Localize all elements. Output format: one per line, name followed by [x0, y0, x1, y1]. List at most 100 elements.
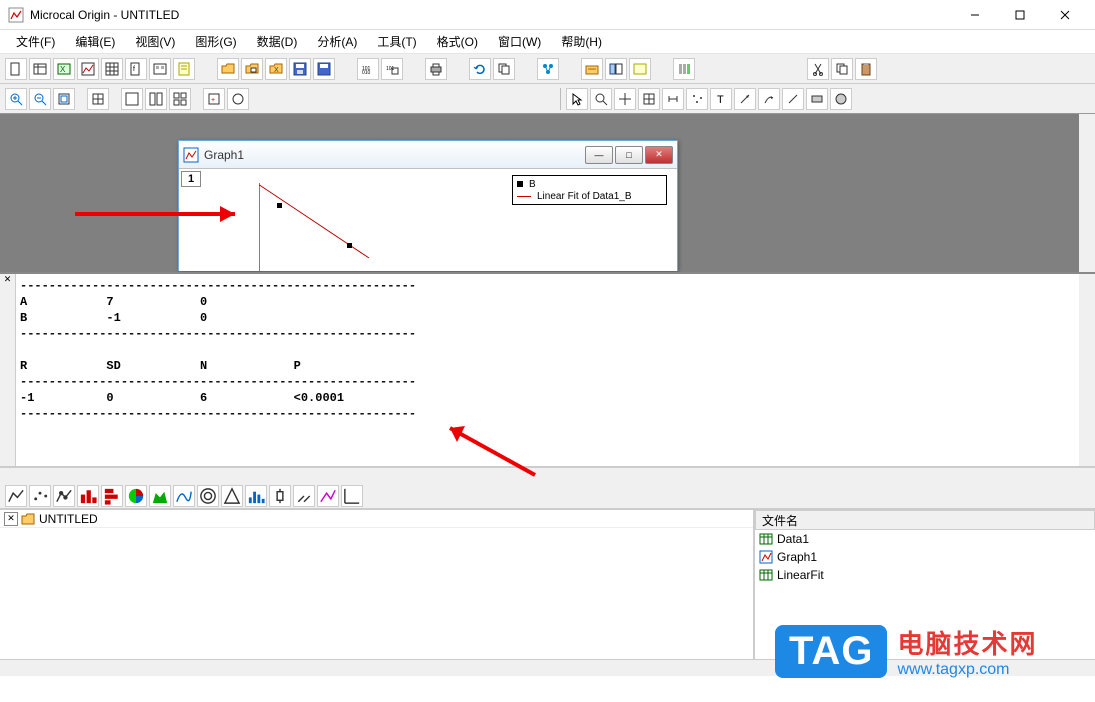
open-template-button[interactable]: [241, 58, 263, 80]
screen-reader-tool[interactable]: [614, 88, 636, 110]
graph-window-title: Graph1: [204, 148, 585, 162]
import-ascii-button[interactable]: 101010: [357, 58, 379, 80]
menu-file[interactable]: 文件(F): [6, 30, 65, 53]
extract-layers-button[interactable]: [87, 88, 109, 110]
vector-plot-button[interactable]: [293, 485, 315, 507]
layer-2-button[interactable]: [145, 88, 167, 110]
paste-button[interactable]: [855, 58, 877, 80]
bar-plot-button[interactable]: [101, 485, 123, 507]
menu-format[interactable]: 格式(O): [427, 30, 488, 53]
menu-analysis[interactable]: 分析(A): [307, 30, 367, 53]
pointer-tool[interactable]: [566, 88, 588, 110]
box-chart-button[interactable]: [269, 485, 291, 507]
file-list-header[interactable]: 文件名: [755, 510, 1095, 530]
watermark: TAG 电脑技术网 www.tagxp.com: [775, 614, 1085, 688]
legend[interactable]: B Linear Fit of Data1_B: [512, 175, 667, 205]
add-layer-button[interactable]: [227, 88, 249, 110]
file-item-linearfit[interactable]: LinearFit: [755, 566, 1095, 584]
tools-toolbar: + T: [0, 84, 1095, 114]
cut-button[interactable]: [807, 58, 829, 80]
template-button[interactable]: [341, 485, 363, 507]
zoom-out-button[interactable]: [29, 88, 51, 110]
results-close-tab[interactable]: ✕: [0, 274, 16, 466]
save-button[interactable]: [289, 58, 311, 80]
line-tool[interactable]: [782, 88, 804, 110]
add-axes-button[interactable]: +: [203, 88, 225, 110]
copy-button[interactable]: [831, 58, 853, 80]
polar-plot-button[interactable]: [197, 485, 219, 507]
histogram-button[interactable]: [245, 485, 267, 507]
maximize-button[interactable]: [997, 1, 1042, 29]
menu-view[interactable]: 视图(V): [125, 30, 185, 53]
rescale-button[interactable]: [53, 88, 75, 110]
add-column-button[interactable]: [673, 58, 695, 80]
app-title: Microcal Origin - UNTITLED: [30, 8, 952, 22]
title-bar: Microcal Origin - UNTITLED: [0, 0, 1095, 30]
double-y-button[interactable]: [173, 485, 195, 507]
zoom-tool[interactable]: [590, 88, 612, 110]
explorer-close-button[interactable]: ✕: [4, 512, 18, 526]
rectangle-tool[interactable]: [806, 88, 828, 110]
curved-arrow-tool[interactable]: [758, 88, 780, 110]
circle-tool[interactable]: [830, 88, 852, 110]
menu-data[interactable]: 数据(D): [247, 30, 308, 53]
draw-data-tool[interactable]: [686, 88, 708, 110]
new-worksheet-button[interactable]: [29, 58, 51, 80]
scatter-plot-button[interactable]: [29, 485, 51, 507]
text-tool[interactable]: T: [710, 88, 732, 110]
file-item-data1[interactable]: Data1: [755, 530, 1095, 548]
data-selector-tool[interactable]: [662, 88, 684, 110]
project-tree[interactable]: ✕ UNTITLED: [0, 510, 755, 659]
print-button[interactable]: [425, 58, 447, 80]
layer-1-button[interactable]: [121, 88, 143, 110]
graph-minimize-button[interactable]: —: [585, 146, 613, 164]
project-name[interactable]: UNTITLED: [39, 512, 98, 526]
open-button[interactable]: [217, 58, 239, 80]
layer-4-button[interactable]: [169, 88, 191, 110]
arrow-tool[interactable]: [734, 88, 756, 110]
new-graph-button[interactable]: [77, 58, 99, 80]
graph-close-button[interactable]: ✕: [645, 146, 673, 164]
line-symbol-button[interactable]: [53, 485, 75, 507]
new-project-button[interactable]: [5, 58, 27, 80]
layer-tab[interactable]: 1: [181, 171, 201, 187]
refresh-button[interactable]: [469, 58, 491, 80]
plot-area[interactable]: 6 5: [259, 183, 459, 271]
minimize-button[interactable]: [952, 1, 997, 29]
results-scrollbar-v[interactable]: [1079, 274, 1095, 466]
project-explorer-button[interactable]: [605, 58, 627, 80]
import-multi-button[interactable]: 101: [381, 58, 403, 80]
menu-window[interactable]: 窗口(W): [488, 30, 551, 53]
ternary-plot-button[interactable]: [221, 485, 243, 507]
close-button[interactable]: [1042, 1, 1087, 29]
file-name: Graph1: [777, 550, 817, 564]
file-item-graph1[interactable]: Graph1: [755, 548, 1095, 566]
line-plot-button[interactable]: [5, 485, 27, 507]
area-plot-button[interactable]: [149, 485, 171, 507]
new-function-button[interactable]: f: [125, 58, 147, 80]
graph-titlebar[interactable]: Graph1 — □ ✕: [179, 141, 677, 169]
zoom-in-button[interactable]: [5, 88, 27, 110]
open-excel-button[interactable]: X: [265, 58, 287, 80]
new-layout-button[interactable]: [149, 58, 171, 80]
svg-text:X: X: [60, 65, 66, 74]
results-log-button[interactable]: [581, 58, 603, 80]
menu-graph[interactable]: 图形(G): [185, 30, 246, 53]
column-plot-button[interactable]: [77, 485, 99, 507]
new-folder-button[interactable]: [537, 58, 559, 80]
code-builder-button[interactable]: [629, 58, 651, 80]
results-text[interactable]: ----------------------------------------…: [16, 274, 1079, 466]
menu-help[interactable]: 帮助(H): [551, 30, 612, 53]
data-reader-tool[interactable]: [638, 88, 660, 110]
save-template-button[interactable]: [313, 58, 335, 80]
menu-tools[interactable]: 工具(T): [367, 30, 426, 53]
smith-chart-button[interactable]: [317, 485, 339, 507]
results-scrollbar-h[interactable]: [0, 467, 1095, 483]
new-matrix-button[interactable]: [101, 58, 123, 80]
new-excel-button[interactable]: X: [53, 58, 75, 80]
duplicate-button[interactable]: [493, 58, 515, 80]
graph-maximize-button[interactable]: □: [615, 146, 643, 164]
pie-chart-button[interactable]: [125, 485, 147, 507]
menu-edit[interactable]: 编辑(E): [65, 30, 125, 53]
new-notes-button[interactable]: [173, 58, 195, 80]
